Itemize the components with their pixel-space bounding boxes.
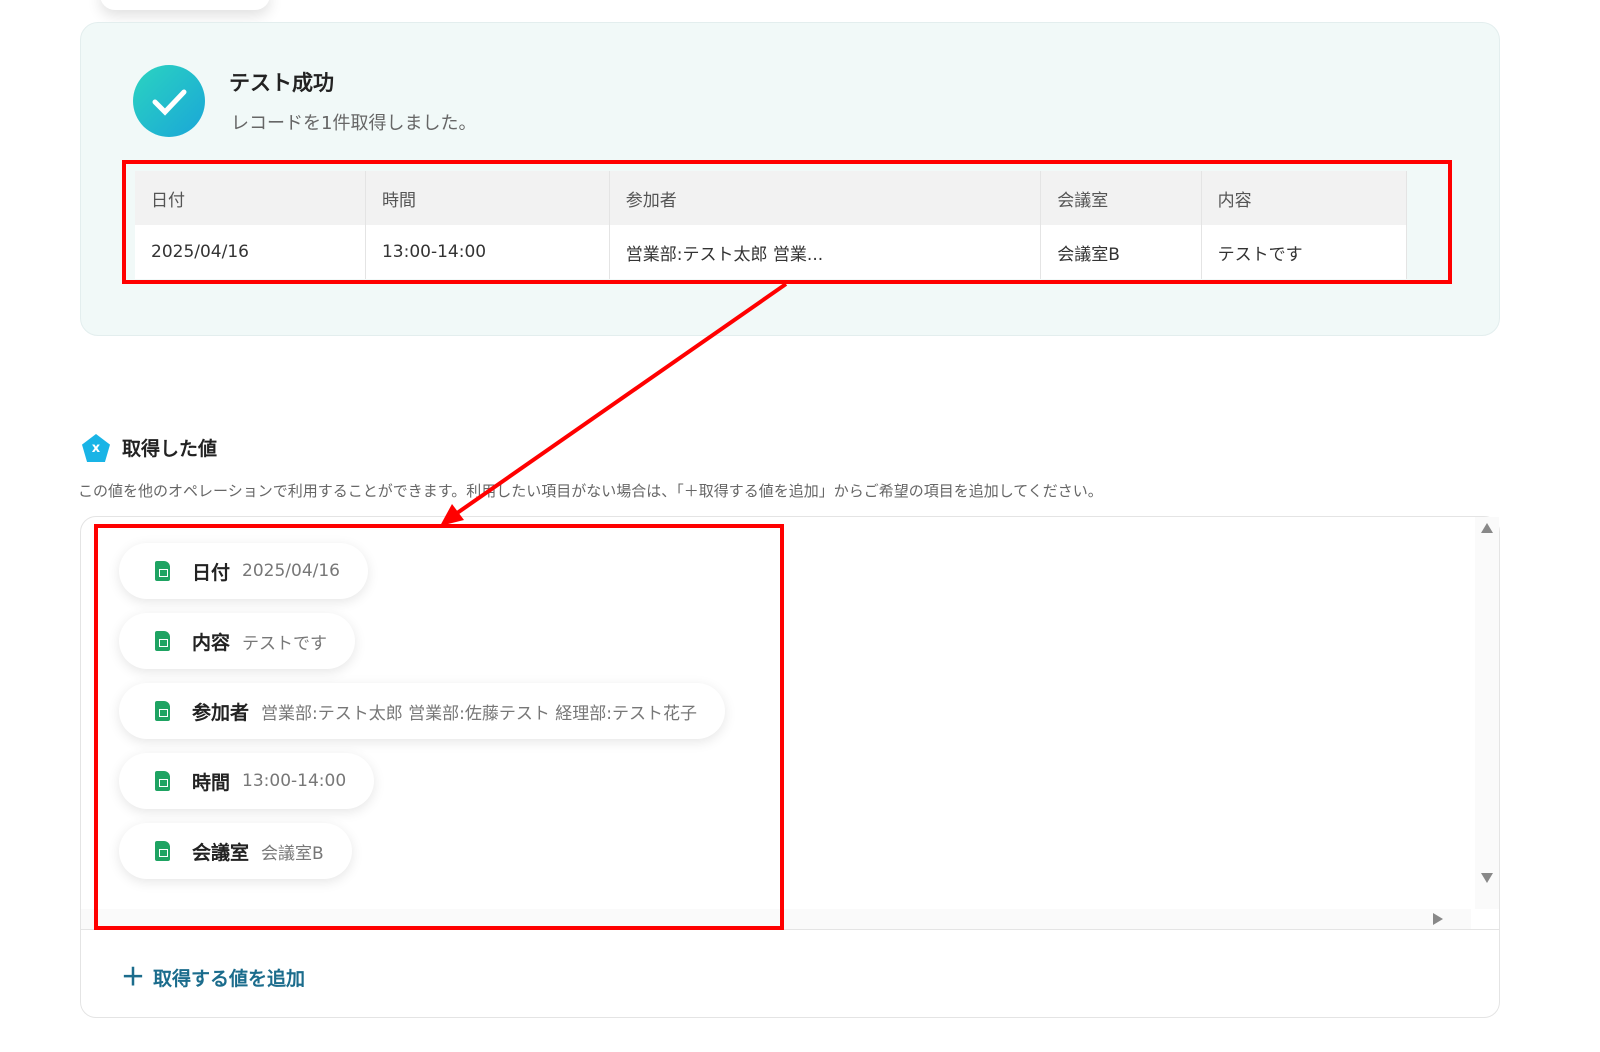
annotation-arrow [440,282,788,526]
